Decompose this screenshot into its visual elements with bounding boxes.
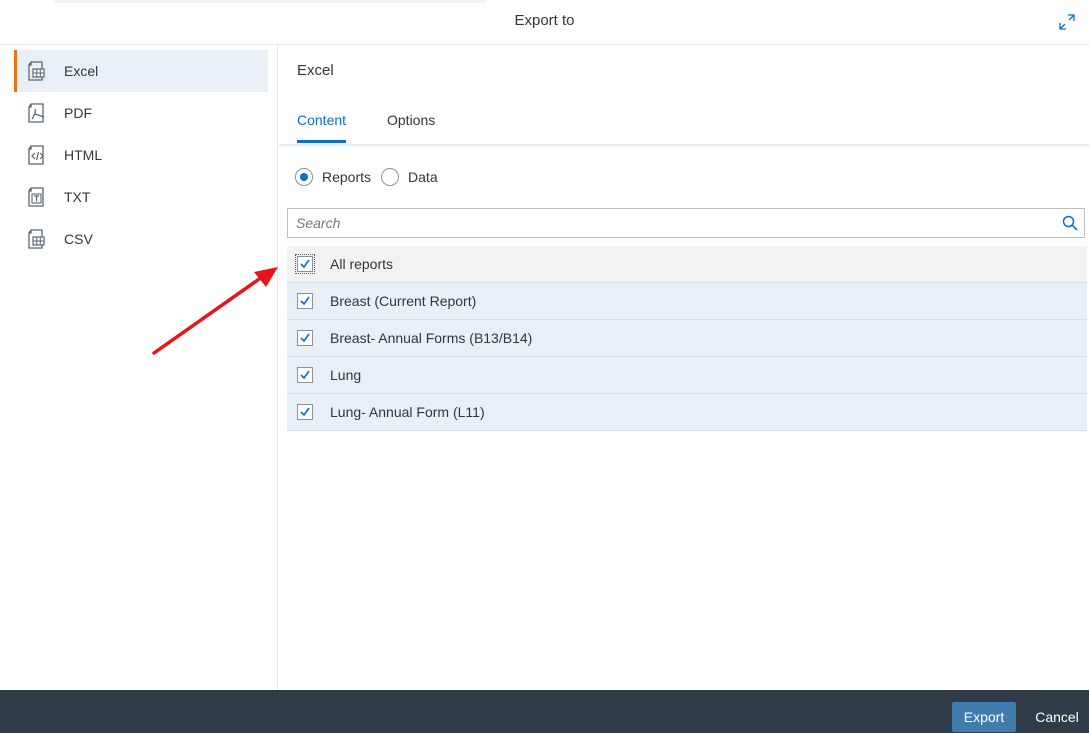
checkmark-icon [300,259,310,269]
all-reports-row[interactable]: All reports [287,246,1087,283]
sidebar-item-csv[interactable]: CSV [14,218,268,260]
checkmark-icon [300,296,310,306]
sidebar-item-pdf[interactable]: PDF [14,92,268,134]
report-checkbox[interactable] [297,367,313,383]
sidebar-item-label: CSV [64,231,93,247]
tab-content[interactable]: Content [297,112,347,143]
dialog-title: Export to [514,12,575,29]
cancel-button[interactable]: Cancel [1026,702,1088,732]
search-icon[interactable] [1056,209,1084,237]
dialog-header: Export to [0,0,1089,45]
reports-radio-label[interactable]: Reports [322,169,371,185]
export-dialog: Export to Excel PDF HTML TXT CSV Excel C… [0,0,1089,733]
tab-options[interactable]: Options [387,112,435,140]
format-sidebar: Excel PDF HTML TXT CSV [0,46,278,690]
list-item-label: All reports [330,256,394,272]
format-title: Excel [297,62,334,79]
checkmark-icon [300,333,310,343]
sidebar-item-label: PDF [64,105,92,121]
search-field [287,208,1085,238]
sidebar-item-label: TXT [64,189,91,205]
data-radio[interactable] [381,168,400,186]
dialog-footer: Export Cancel [0,690,1089,733]
radio-selected-dot [300,173,308,181]
table-row[interactable]: Breast (Current Report) [287,283,1087,320]
table-row[interactable]: Breast- Annual Forms (B13/B14) [287,320,1087,357]
checkmark-icon [300,370,310,380]
sidebar-item-label: HTML [64,147,103,163]
report-checkbox[interactable] [297,404,313,420]
txt-file-icon [26,186,48,208]
scope-radio-group: Reports Data [295,167,448,187]
list-item-label: Breast- Annual Forms (B13/B14) [330,330,533,346]
list-item-label: Lung- Annual Form (L11) [330,404,485,420]
sidebar-item-excel[interactable]: Excel [14,50,268,92]
sidebar-item-html[interactable]: HTML [14,134,268,176]
table-row[interactable]: Lung- Annual Form (L11) [287,394,1087,431]
checkmark-icon [300,407,310,417]
report-list: All reports Breast (Current Report) Brea… [287,246,1087,431]
pdf-file-icon [26,102,48,124]
export-content-panel: Excel Content Options Reports Data Searc… [279,46,1089,690]
tab-bar: Content Options [279,98,1089,146]
report-checkbox[interactable] [297,293,313,309]
export-button[interactable]: Export [952,702,1016,732]
expand-icon[interactable] [1057,12,1077,32]
excel-file-icon [26,60,48,82]
search-input[interactable] [288,209,1056,237]
reports-radio[interactable] [295,168,313,186]
all-reports-checkbox[interactable] [295,254,315,274]
list-item-label: Breast (Current Report) [330,293,477,309]
sidebar-item-txt[interactable]: TXT [14,176,268,218]
header-strip [55,0,485,3]
sidebar-item-label: Excel [64,63,99,79]
report-checkbox[interactable] [297,330,313,346]
list-item-label: Lung [330,367,362,383]
table-row[interactable]: Lung [287,357,1087,394]
data-radio-label[interactable]: Data [408,169,438,185]
html-file-icon [26,144,48,166]
csv-file-icon [26,228,48,250]
